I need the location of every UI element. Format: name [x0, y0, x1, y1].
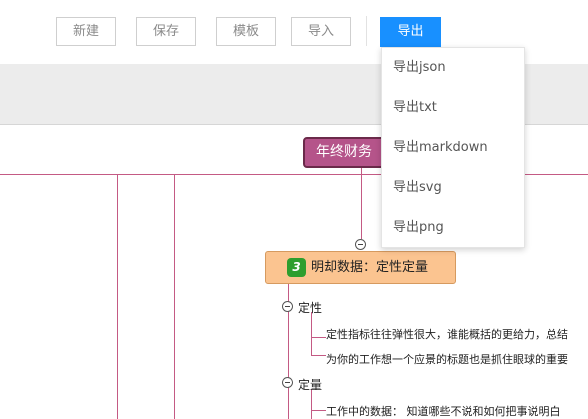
toolbar-divider [366, 16, 367, 46]
collapse-toggle-icon[interactable] [282, 301, 293, 312]
leaf-connector [311, 355, 326, 356]
export-markdown-item[interactable]: 导出markdown [382, 128, 524, 168]
root-vertical-connector [361, 168, 362, 239]
collapse-toggle-icon[interactable] [355, 239, 366, 250]
template-button[interactable]: 模板 [216, 17, 276, 46]
export-json-item[interactable]: 导出json [382, 48, 524, 88]
collapse-toggle-icon[interactable] [282, 377, 293, 388]
leaf-connector [311, 410, 326, 411]
root-node[interactable]: 年终财务 [303, 137, 391, 168]
save-button[interactable]: 保存 [136, 17, 196, 46]
main-topic-label: 明却数据：定性定量 [311, 260, 429, 275]
main-topic-node[interactable]: 3 明却数据：定性定量 [265, 251, 456, 284]
left-branch-connector [117, 174, 118, 419]
leaf-node[interactable]: 定性指标往往弹性很大，谁能概括的更给力，总结 [326, 326, 568, 342]
leaf-node[interactable]: 为你的工作想一个应景的标题也是抓住眼球的重要 [326, 351, 568, 367]
left-branch-connector-2 [174, 174, 175, 419]
priority-badge: 3 [287, 258, 306, 277]
import-button[interactable]: 导入 [291, 17, 351, 46]
branch-quantitative-connector [311, 389, 312, 419]
leaf-node[interactable]: 工作中的数据： 知道哪些不说和如何把事说明白 [326, 403, 561, 419]
export-txt-item[interactable]: 导出txt [382, 88, 524, 128]
leaf-connector [311, 337, 326, 338]
export-svg-item[interactable]: 导出svg [382, 168, 524, 208]
export-button[interactable]: 导出 [380, 17, 441, 47]
export-png-item[interactable]: 导出png [382, 208, 524, 248]
branch-quantitative-label[interactable]: 定量 [298, 376, 322, 393]
new-button[interactable]: 新建 [56, 17, 116, 46]
branch-qualitative-connector [311, 312, 312, 355]
branch-qualitative-label[interactable]: 定性 [298, 299, 322, 316]
export-dropdown-menu: 导出json 导出txt 导出markdown 导出svg 导出png [381, 47, 525, 248]
